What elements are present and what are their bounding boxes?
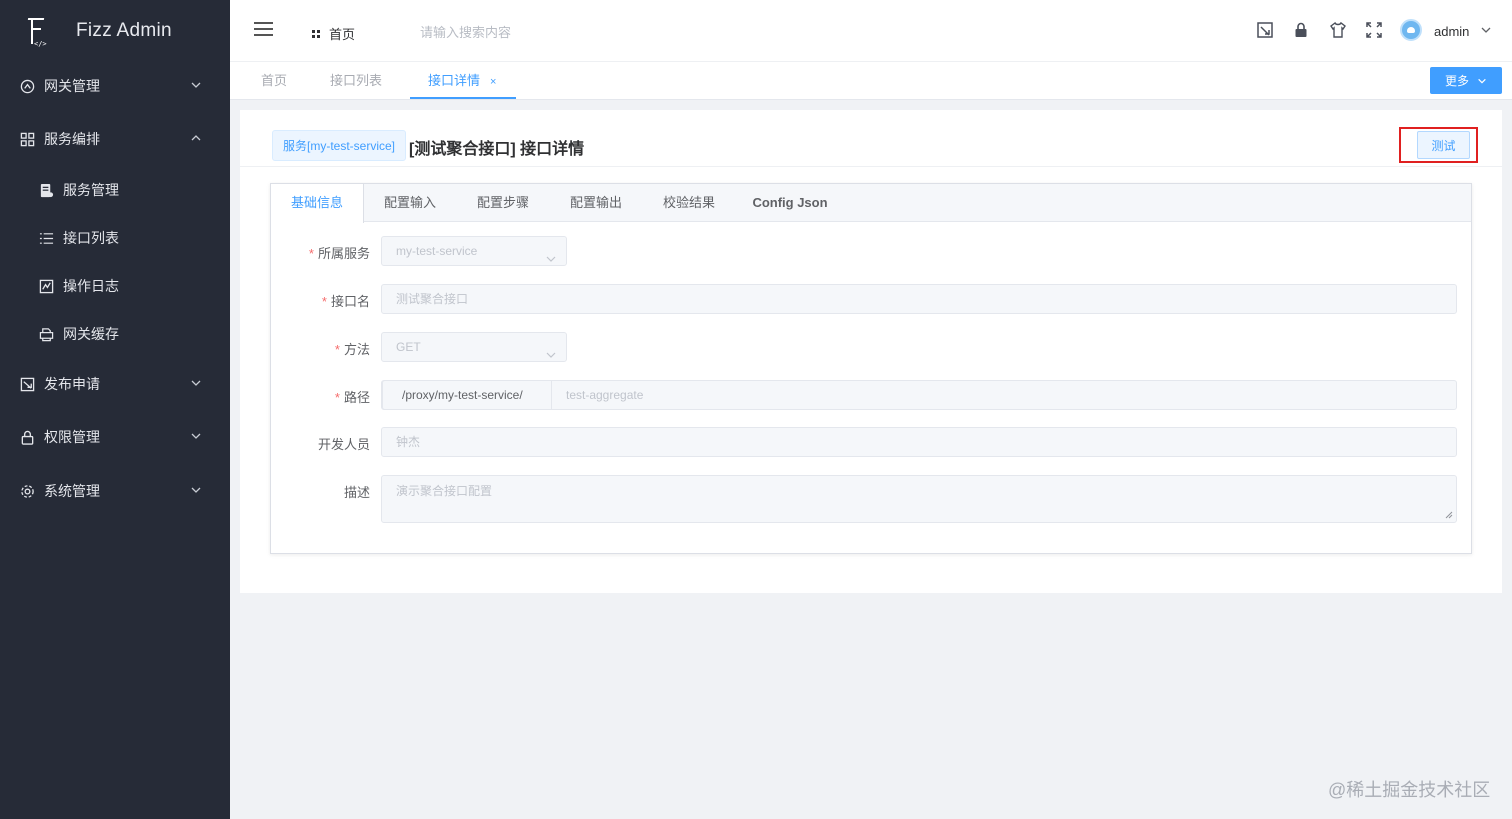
detail-title-row: 服务[my-test-service] [测试聚合接口] 接口详情 测试 <box>240 110 1502 167</box>
chevron-down-icon <box>546 342 556 358</box>
chevron-down-icon <box>190 79 202 91</box>
sidebar-item-gateway-cache[interactable]: 网关缓存 <box>0 314 230 354</box>
path-prefix: /proxy/my-test-service/ <box>382 380 552 410</box>
logo[interactable]: </> Fizz Admin <box>0 0 230 62</box>
description-field-label: 描述 <box>343 485 370 500</box>
sidebar-item-operation-log[interactable]: 操作日志 <box>0 266 230 306</box>
user-name[interactable]: admin <box>1434 24 1469 39</box>
publish-icon <box>19 376 35 392</box>
service-field-label: * 所属服务 <box>308 246 370 261</box>
fizz-logo-icon: </> <box>26 14 50 48</box>
avatar[interactable] <box>1400 19 1422 41</box>
detail-tabs: 基础信息 配置输入 配置步骤 配置输出 校验结果 Config Json * 所属… <box>270 183 1472 554</box>
chevron-down-icon <box>546 246 556 262</box>
close-icon[interactable]: × <box>490 76 496 88</box>
gateway-icon <box>19 78 35 94</box>
developer-input[interactable]: 钟杰 <box>381 427 1457 457</box>
list-icon <box>38 230 54 246</box>
sidebar-item-api-list[interactable]: 接口列表 <box>0 218 230 258</box>
sidebar-item-publish-request[interactable]: 发布申请 <box>0 364 230 404</box>
menu-toggle-icon[interactable] <box>254 22 273 38</box>
tab-config-steps[interactable]: 配置步骤 <box>464 184 542 222</box>
api-name-input[interactable]: 测试聚合接口 <box>381 284 1457 314</box>
chevron-down-icon[interactable] <box>1480 24 1492 36</box>
chevron-up-icon <box>190 132 202 144</box>
page-tab-api-detail[interactable]: 接口详情 × <box>410 62 516 99</box>
chevron-down-icon <box>190 377 202 389</box>
apps-grid-icon <box>19 131 35 147</box>
page-tab-home[interactable]: 首页 <box>261 62 287 99</box>
document-list-icon <box>38 182 54 198</box>
sidebar-item-permission[interactable]: 权限管理 <box>0 417 230 457</box>
description-textarea[interactable]: 演示聚合接口配置 <box>381 475 1457 523</box>
page-title: [测试聚合接口] 接口详情 <box>409 141 585 158</box>
path-input[interactable]: /proxy/my-test-service/ test-aggregate <box>381 380 1457 410</box>
detail-tabs-header: 基础信息 配置输入 配置步骤 配置输出 校验结果 Config Json <box>271 184 1471 223</box>
theme-shirt-icon[interactable] <box>1329 21 1349 41</box>
tab-config-json[interactable]: Config Json <box>745 184 835 222</box>
developer-field-label: 开发人员 <box>317 437 370 452</box>
service-select[interactable]: my-test-service <box>381 236 567 266</box>
sidebar-item-system[interactable]: 系统管理 <box>0 471 230 511</box>
tab-config-input[interactable]: 配置输入 <box>371 184 449 222</box>
detail-card: 服务[my-test-service] [测试聚合接口] 接口详情 测试 基础信… <box>240 110 1502 593</box>
lock-icon[interactable] <box>1292 21 1312 41</box>
test-button[interactable]: 测试 <box>1417 131 1470 159</box>
top-header: 首页 admin <box>230 0 1512 62</box>
sidebar-item-service-orchestration[interactable]: 服务编排 <box>0 119 230 159</box>
page-tab-api-list[interactable]: 接口列表 <box>330 62 382 99</box>
breadcrumb[interactable]: 首页 <box>312 24 355 43</box>
service-tag[interactable]: 服务[my-test-service] <box>272 130 407 161</box>
method-field-label: * 方法 <box>334 342 370 357</box>
lock-icon <box>19 429 35 445</box>
page-tab-bar: 首页 接口列表 接口详情 × 更多 <box>230 62 1512 100</box>
search-input[interactable] <box>420 22 600 42</box>
gear-icon <box>19 483 35 499</box>
fullscreen-icon[interactable] <box>1365 21 1385 41</box>
screenshot-icon[interactable] <box>1256 21 1276 41</box>
home-grid-icon <box>312 29 320 38</box>
watermark: @稀土掘金技术社区 <box>1328 780 1491 800</box>
sidebar-item-gateway[interactable]: 网关管理 <box>0 66 230 106</box>
log-icon <box>38 278 54 294</box>
chevron-down-icon <box>1478 78 1486 84</box>
tab-validation[interactable]: 校验结果 <box>650 184 728 222</box>
sidebar-item-service-management[interactable]: 服务管理 <box>0 170 230 210</box>
resize-handle-icon[interactable] <box>1445 511 1453 519</box>
tab-config-output[interactable]: 配置输出 <box>557 184 635 222</box>
tab-basic-info[interactable]: 基础信息 <box>271 184 364 223</box>
api-name-field-label: * 接口名 <box>321 294 370 309</box>
chevron-down-icon <box>190 484 202 496</box>
sidebar: </> Fizz Admin 网关管理 服务编排 服务管理 接口列表 操作日志 … <box>0 0 230 819</box>
method-select[interactable]: GET <box>381 332 567 362</box>
more-dropdown-button[interactable]: 更多 <box>1430 67 1502 94</box>
chevron-down-icon <box>190 430 202 442</box>
printer-icon <box>38 326 54 342</box>
path-field-label: * 路径 <box>334 390 370 405</box>
app-title: Fizz Admin <box>76 20 172 41</box>
